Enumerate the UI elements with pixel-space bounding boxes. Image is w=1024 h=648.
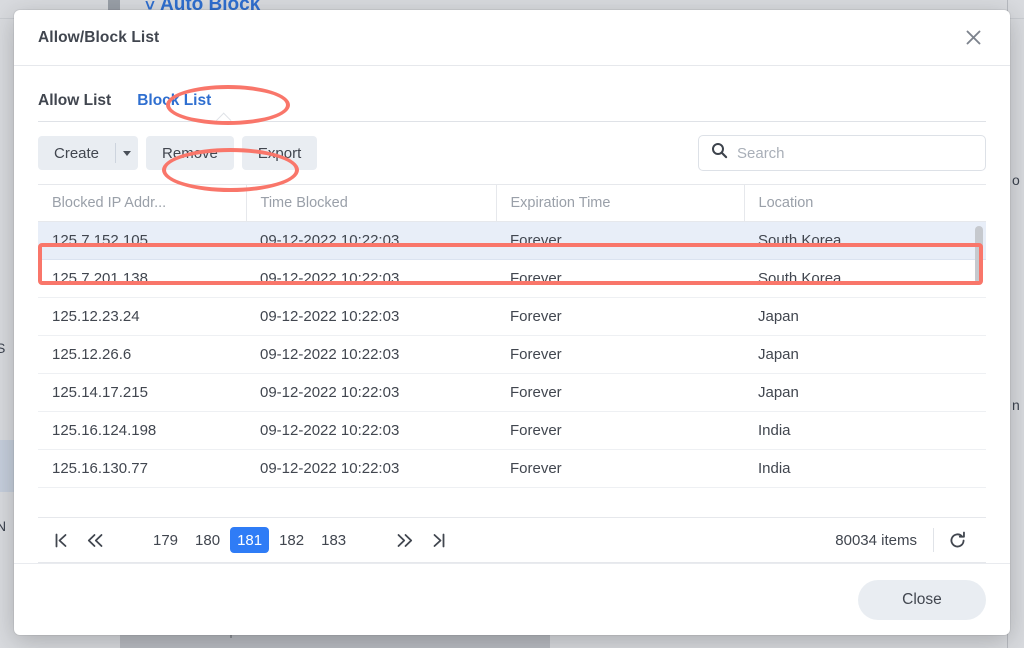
cell-expiration-time: Forever	[496, 297, 744, 336]
cell-location: Japan	[744, 297, 986, 336]
pagination-bar: 179 180 181 182 183 80034 items	[38, 517, 986, 563]
caret-triangle	[123, 150, 132, 156]
go-to-first-page-icon[interactable]	[44, 525, 78, 555]
background-text-fragment-right-2: n	[1012, 397, 1020, 413]
go-to-last-page-icon[interactable]	[421, 525, 455, 555]
table-scrollbar-thumb[interactable]	[975, 226, 983, 284]
page-number-182[interactable]: 182	[272, 527, 311, 553]
allow-block-list-dialog: Allow/Block List Allow List Block List C…	[14, 10, 1010, 635]
cell-blocked-ip: 125.12.23.24	[38, 297, 246, 336]
column-header-blocked-ip[interactable]: Blocked IP Addr...	[38, 184, 247, 222]
search-input[interactable]	[737, 144, 973, 162]
block-list-table-element: Blocked IP Addr... Time Blocked Expirati…	[38, 184, 986, 222]
cell-time-blocked: 09-12-2022 10:22:03	[246, 449, 496, 488]
page-number-183[interactable]: 183	[314, 527, 353, 553]
cell-expiration-time: Forever	[496, 411, 744, 450]
table-row[interactable]: 125.7.152.105 09-12-2022 10:22:03 Forever S…	[38, 222, 986, 260]
tab-bar: Allow List Block List	[38, 66, 986, 129]
cell-blocked-ip: 125.16.124.198	[38, 411, 246, 450]
dialog-titlebar: Allow/Block List	[14, 10, 1010, 66]
item-count-label: 80034 items	[835, 531, 917, 549]
table-row[interactable]: 125.16.124.198 09-12-2022 10:22:03 Forever…	[38, 411, 986, 450]
background-text-fragment-left-1: S	[0, 340, 6, 356]
column-header-location[interactable]: Location	[744, 184, 986, 222]
cell-time-blocked: 09-12-2022 10:22:03	[246, 373, 496, 412]
dialog-footer: Close	[14, 563, 1010, 635]
table-toolbar: Create Remove Export	[38, 122, 986, 184]
refresh-icon[interactable]	[934, 525, 980, 555]
cell-location: India	[744, 449, 986, 488]
table-header: Blocked IP Addr... Time Blocked Expirati…	[38, 184, 986, 222]
cell-blocked-ip: 125.14.17.215	[38, 373, 246, 412]
cell-expiration-time: Forever	[496, 259, 744, 298]
search-box[interactable]	[698, 135, 986, 171]
page-number-179[interactable]: 179	[146, 527, 185, 553]
cell-location: Japan	[744, 335, 986, 374]
cell-location: South Korea	[744, 259, 986, 298]
cell-location: Japan	[744, 373, 986, 412]
pagination-right-group: 80034 items	[835, 525, 980, 555]
background-text-fragment-right-1: o	[1012, 172, 1020, 188]
dialog-body: Allow List Block List Create Remove Expo…	[14, 66, 1010, 563]
chevron-down-icon[interactable]	[116, 136, 138, 170]
tab-bar-rule	[38, 121, 986, 122]
page-number-180[interactable]: 180	[188, 527, 227, 553]
cell-blocked-ip: 125.7.201.138	[38, 259, 246, 298]
page-number-list: 179 180 181 182 183	[146, 527, 353, 553]
table-row[interactable]: 125.16.130.77 09-12-2022 10:22:03 Forever I…	[38, 449, 986, 488]
export-button[interactable]: Export	[241, 136, 318, 170]
cell-expiration-time: Forever	[496, 373, 744, 412]
table-row[interactable]: 125.7.201.138 09-12-2022 10:22:03 Forever S…	[38, 259, 986, 298]
cell-blocked-ip: 125.7.152.105	[38, 222, 246, 260]
background-text-fragment-left-2: N	[0, 518, 7, 534]
cell-time-blocked: 09-12-2022 10:22:03	[246, 297, 496, 336]
search-icon	[711, 142, 728, 164]
cell-blocked-ip: 125.16.130.77	[38, 449, 246, 488]
table-scrollbar[interactable]	[975, 226, 983, 478]
cell-expiration-time: Forever	[496, 449, 744, 488]
previous-pages-icon[interactable]	[78, 525, 112, 555]
cell-blocked-ip: 125.12.26.6	[38, 335, 246, 374]
cell-time-blocked: 09-12-2022 10:22:03	[246, 411, 496, 450]
cell-location: India	[744, 411, 986, 450]
block-list-table: Blocked IP Addr... Time Blocked Expirati…	[38, 184, 986, 563]
table-row[interactable]: 125.12.23.24 09-12-2022 10:22:03 Forever Ja…	[38, 297, 986, 336]
table-row[interactable]: 125.14.17.215 09-12-2022 10:22:03 Forever J…	[38, 373, 986, 412]
page-number-181[interactable]: 181	[230, 527, 270, 553]
column-header-time-blocked[interactable]: Time Blocked	[246, 184, 497, 222]
create-button[interactable]: Create	[38, 136, 115, 170]
remove-button[interactable]: Remove	[146, 136, 234, 170]
column-header-expiration-time[interactable]: Expiration Time	[496, 184, 745, 222]
tab-block-list[interactable]: Block List	[137, 92, 211, 122]
close-icon[interactable]	[958, 23, 988, 53]
cell-time-blocked: 09-12-2022 10:22:03	[246, 222, 496, 260]
cell-expiration-time: Forever	[496, 335, 744, 374]
next-pages-icon[interactable]	[387, 525, 421, 555]
cell-location: South Korea	[744, 222, 986, 260]
cell-time-blocked: 09-12-2022 10:22:03	[246, 259, 496, 298]
create-split-button: Create	[38, 136, 139, 170]
table-header-row: Blocked IP Addr... Time Blocked Expirati…	[38, 184, 986, 222]
table-row[interactable]: 125.12.26.6 09-12-2022 10:22:03 Forever Jap…	[38, 335, 986, 374]
tab-allow-list[interactable]: Allow List	[38, 92, 111, 122]
cell-time-blocked: 09-12-2022 10:22:03	[246, 335, 496, 374]
table-body: 125.7.152.105 09-12-2022 10:22:03 Forever S…	[38, 222, 986, 488]
dialog-title: Allow/Block List	[38, 28, 160, 46]
table-body-element: 125.7.152.105 09-12-2022 10:22:03 Forever S…	[38, 222, 986, 488]
table-viewport: 125.7.152.105 09-12-2022 10:22:03 Forever S…	[38, 222, 986, 517]
cell-expiration-time: Forever	[496, 222, 744, 260]
close-button[interactable]: Close	[858, 579, 986, 620]
